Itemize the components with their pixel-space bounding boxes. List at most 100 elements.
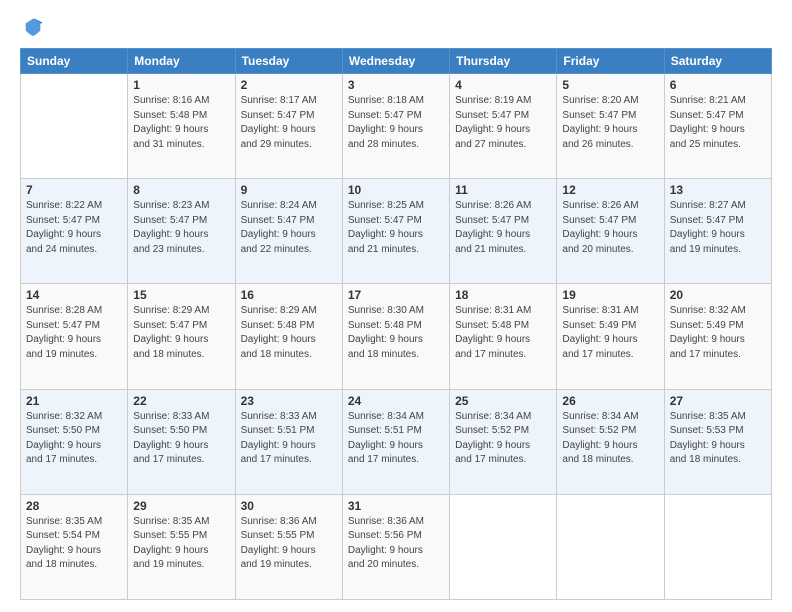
calendar-cell: 11 Sunrise: 8:26 AMSunset: 5:47 PMDayligh… [450,179,557,284]
day-number: 27 [670,394,766,408]
weekday-header: Thursday [450,49,557,74]
day-info: Sunrise: 8:27 AMSunset: 5:47 PMDaylight:… [670,199,766,257]
day-number: 29 [133,499,229,513]
calendar-cell: 31Sunrise: 8:36 AMSunset: 5:56 PMDayligh… [342,494,449,599]
day-info: Sunrise: 8:16 AMSunset: 5:48 PMDaylight:… [133,94,229,152]
day-info: Sunrise: 8:29 AMSunset: 5:48 PMDaylight:… [241,304,337,362]
day-number: 20 [670,288,766,302]
day-info: Sunrise: 8:17 AMSunset: 5:47 PMDaylight:… [241,94,337,152]
day-number: 2 [241,78,337,92]
calendar-cell: 18 Sunrise: 8:31 AMSunset: 5:48 PMDayligh… [450,284,557,389]
calendar-week-row: 14 Sunrise: 8:28 AMSunset: 5:47 PMDayligh… [21,284,772,389]
day-info: Sunrise: 8:35 AMSunset: 5:54 PMDaylight:… [26,515,122,573]
day-info: Sunrise: 8:35 AMSunset: 5:55 PMDaylight:… [133,515,229,573]
day-number: 11 [455,183,551,197]
calendar-cell: 10 Sunrise: 8:25 AMSunset: 5:47 PMDayligh… [342,179,449,284]
page: SundayMondayTuesdayWednesdayThursdayFrid… [0,0,792,612]
day-info: Sunrise: 8:21 AMSunset: 5:47 PMDaylight:… [670,94,766,152]
day-info: Sunrise: 8:36 AMSunset: 5:56 PMDaylight:… [348,515,444,573]
logo-icon [22,16,44,38]
calendar-cell: 27 Sunrise: 8:35 AMSunset: 5:53 PMDayligh… [664,389,771,494]
day-info: Sunrise: 8:26 AMSunset: 5:47 PMDaylight:… [562,199,658,257]
day-info: Sunrise: 8:24 AMSunset: 5:47 PMDaylight:… [241,199,337,257]
day-number: 1 [133,78,229,92]
day-number: 17 [348,288,444,302]
day-number: 30 [241,499,337,513]
day-number: 26 [562,394,658,408]
calendar-cell [21,74,128,179]
day-number: 19 [562,288,658,302]
weekday-header: Tuesday [235,49,342,74]
day-info: Sunrise: 8:29 AMSunset: 5:47 PMDaylight:… [133,304,229,362]
calendar-cell: 9 Sunrise: 8:24 AMSunset: 5:47 PMDaylight… [235,179,342,284]
calendar-cell: 7 Sunrise: 8:22 AMSunset: 5:47 PMDaylight… [21,179,128,284]
calendar-cell: 8Sunrise: 8:23 AMSunset: 5:47 PMDaylight… [128,179,235,284]
day-info: Sunrise: 8:32 AMSunset: 5:49 PMDaylight:… [670,304,766,362]
day-info: Sunrise: 8:30 AMSunset: 5:48 PMDaylight:… [348,304,444,362]
day-info: Sunrise: 8:31 AMSunset: 5:49 PMDaylight:… [562,304,658,362]
day-info: Sunrise: 8:23 AMSunset: 5:47 PMDaylight:… [133,199,229,257]
calendar-cell: 14 Sunrise: 8:28 AMSunset: 5:47 PMDayligh… [21,284,128,389]
day-number: 15 [133,288,229,302]
day-number: 21 [26,394,122,408]
calendar-cell: 2 Sunrise: 8:17 AMSunset: 5:47 PMDaylight… [235,74,342,179]
calendar-cell: 24 Sunrise: 8:34 AMSunset: 5:51 PMDayligh… [342,389,449,494]
day-number: 9 [241,183,337,197]
calendar-cell: 21 Sunrise: 8:32 AMSunset: 5:50 PMDayligh… [21,389,128,494]
day-number: 5 [562,78,658,92]
day-info: Sunrise: 8:33 AMSunset: 5:51 PMDaylight:… [241,410,337,468]
day-info: Sunrise: 8:35 AMSunset: 5:53 PMDaylight:… [670,410,766,468]
calendar-cell: 4Sunrise: 8:19 AMSunset: 5:47 PMDaylight… [450,74,557,179]
calendar-cell: 16Sunrise: 8:29 AMSunset: 5:48 PMDayligh… [235,284,342,389]
calendar-cell: 13 Sunrise: 8:27 AMSunset: 5:47 PMDayligh… [664,179,771,284]
day-number: 12 [562,183,658,197]
day-number: 13 [670,183,766,197]
day-info: Sunrise: 8:22 AMSunset: 5:47 PMDaylight:… [26,199,122,257]
day-info: Sunrise: 8:26 AMSunset: 5:47 PMDaylight:… [455,199,551,257]
logo [20,20,44,38]
calendar-cell: 12 Sunrise: 8:26 AMSunset: 5:47 PMDayligh… [557,179,664,284]
day-info: Sunrise: 8:28 AMSunset: 5:47 PMDaylight:… [26,304,122,362]
day-info: Sunrise: 8:34 AMSunset: 5:51 PMDaylight:… [348,410,444,468]
calendar-cell: 6Sunrise: 8:21 AMSunset: 5:47 PMDaylight… [664,74,771,179]
day-info: Sunrise: 8:25 AMSunset: 5:47 PMDaylight:… [348,199,444,257]
weekday-header: Wednesday [342,49,449,74]
day-info: Sunrise: 8:18 AMSunset: 5:47 PMDaylight:… [348,94,444,152]
calendar-cell [450,494,557,599]
day-number: 28 [26,499,122,513]
day-info: Sunrise: 8:33 AMSunset: 5:50 PMDaylight:… [133,410,229,468]
day-number: 7 [26,183,122,197]
calendar-cell [557,494,664,599]
calendar-table: SundayMondayTuesdayWednesdayThursdayFrid… [20,48,772,600]
day-number: 22 [133,394,229,408]
day-number: 23 [241,394,337,408]
calendar-week-row: 1 Sunrise: 8:16 AMSunset: 5:48 PMDaylight… [21,74,772,179]
header [20,16,772,38]
day-number: 4 [455,78,551,92]
day-number: 10 [348,183,444,197]
calendar-cell: 30 Sunrise: 8:36 AMSunset: 5:55 PMDayligh… [235,494,342,599]
calendar-week-row: 28 Sunrise: 8:35 AMSunset: 5:54 PMDayligh… [21,494,772,599]
weekday-header: Sunday [21,49,128,74]
day-number: 14 [26,288,122,302]
calendar-cell: 25 Sunrise: 8:34 AMSunset: 5:52 PMDayligh… [450,389,557,494]
day-number: 18 [455,288,551,302]
calendar-cell: 19 Sunrise: 8:31 AMSunset: 5:49 PMDayligh… [557,284,664,389]
day-number: 24 [348,394,444,408]
day-info: Sunrise: 8:36 AMSunset: 5:55 PMDaylight:… [241,515,337,573]
calendar-cell: 28 Sunrise: 8:35 AMSunset: 5:54 PMDayligh… [21,494,128,599]
day-info: Sunrise: 8:34 AMSunset: 5:52 PMDaylight:… [455,410,551,468]
calendar-cell: 20 Sunrise: 8:32 AMSunset: 5:49 PMDayligh… [664,284,771,389]
calendar-cell: 15 Sunrise: 8:29 AMSunset: 5:47 PMDayligh… [128,284,235,389]
calendar-cell: 29 Sunrise: 8:35 AMSunset: 5:55 PMDayligh… [128,494,235,599]
day-info: Sunrise: 8:31 AMSunset: 5:48 PMDaylight:… [455,304,551,362]
day-number: 3 [348,78,444,92]
day-number: 25 [455,394,551,408]
day-info: Sunrise: 8:34 AMSunset: 5:52 PMDaylight:… [562,410,658,468]
calendar-week-row: 21 Sunrise: 8:32 AMSunset: 5:50 PMDayligh… [21,389,772,494]
day-info: Sunrise: 8:32 AMSunset: 5:50 PMDaylight:… [26,410,122,468]
day-info: Sunrise: 8:20 AMSunset: 5:47 PMDaylight:… [562,94,658,152]
calendar-cell: 5 Sunrise: 8:20 AMSunset: 5:47 PMDaylight… [557,74,664,179]
calendar-cell: 26 Sunrise: 8:34 AMSunset: 5:52 PMDayligh… [557,389,664,494]
weekday-header: Monday [128,49,235,74]
